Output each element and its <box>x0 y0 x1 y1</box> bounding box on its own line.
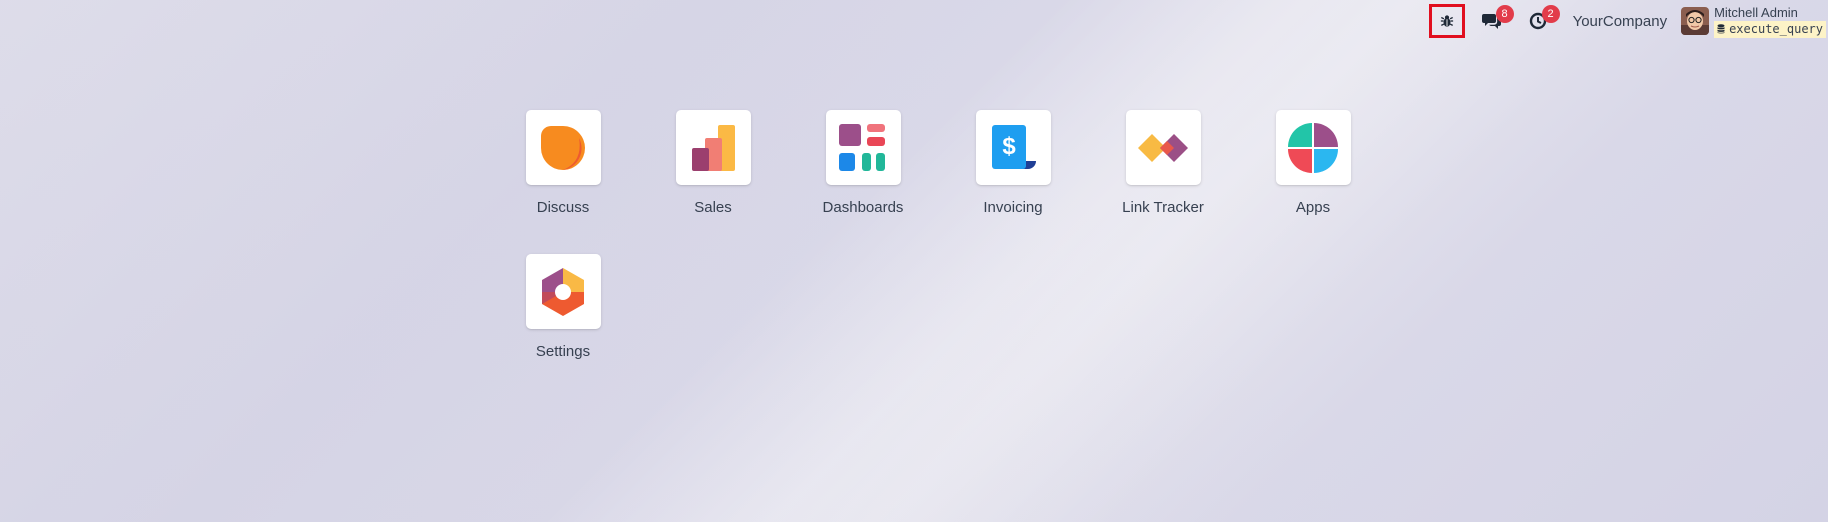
app-tile <box>675 110 751 185</box>
app-label: Dashboards <box>822 199 904 216</box>
link-tracker-icon <box>1138 133 1188 162</box>
app-label: Sales <box>694 199 732 216</box>
app-tile <box>1275 110 1351 185</box>
messages-count-badge: 8 <box>1495 5 1514 23</box>
settings-icon <box>542 267 584 316</box>
app-tile: $ <box>975 110 1051 185</box>
user-name: Mitchell Admin <box>1714 4 1798 20</box>
company-switcher[interactable]: YourCompany <box>1573 13 1668 30</box>
user-menu[interactable]: Mitchell Admin execute_query <box>1681 5 1826 38</box>
sales-icon <box>692 124 735 171</box>
bug-icon <box>1440 15 1453 27</box>
discuss-icon <box>541 125 585 170</box>
background <box>0 0 1828 522</box>
top-navbar: 8 2 YourCompany Mitchell Admin execute_q… <box>1425 0 1828 42</box>
app-label: Settings <box>535 343 591 360</box>
messages-button[interactable]: 8 <box>1474 3 1514 39</box>
app-settings[interactable]: Settings <box>503 254 623 360</box>
invoicing-icon: $ <box>992 124 1036 169</box>
app-tile <box>525 110 601 185</box>
activities-button[interactable]: 2 <box>1520 3 1560 39</box>
app-tile <box>825 110 901 185</box>
database-icon <box>1717 24 1725 34</box>
app-dashboards[interactable]: Dashboards <box>803 110 923 216</box>
app-label: Apps <box>1295 199 1331 216</box>
debug-button[interactable] <box>1428 4 1465 38</box>
app-sales[interactable]: Sales <box>653 110 773 216</box>
app-invoicing[interactable]: $ Invoicing <box>953 110 1073 216</box>
database-name: execute_query <box>1729 22 1823 36</box>
activities-count-badge: 2 <box>1541 5 1560 23</box>
app-link-tracker[interactable]: Link Tracker <box>1103 110 1223 216</box>
avatar <box>1681 7 1710 35</box>
app-label: Discuss <box>536 199 590 216</box>
database-tag: execute_query <box>1714 20 1826 38</box>
app-tile <box>1125 110 1201 185</box>
app-tile <box>525 254 601 329</box>
app-discuss[interactable]: Discuss <box>503 110 623 216</box>
apps-icon <box>1288 122 1338 173</box>
svg-text:$: $ <box>1002 133 1016 160</box>
app-apps[interactable]: Apps <box>1253 110 1373 216</box>
app-label: Link Tracker <box>1122 199 1204 216</box>
dashboards-icon <box>839 123 885 171</box>
app-label: Invoicing <box>983 199 1043 216</box>
